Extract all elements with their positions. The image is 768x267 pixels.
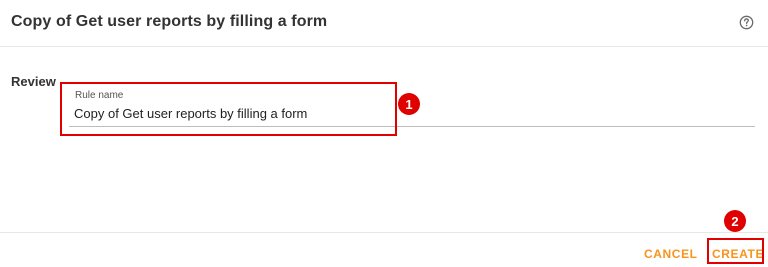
dialog-header: Copy of Get user reports by filling a fo… xyxy=(0,0,768,47)
section-label-review: Review xyxy=(11,74,56,89)
cancel-button[interactable]: CANCEL xyxy=(644,247,698,261)
step-1-badge: 1 xyxy=(398,93,420,115)
step-1-highlight xyxy=(60,82,397,136)
dialog-title: Copy of Get user reports by filling a fo… xyxy=(11,13,328,30)
help-circle-icon[interactable] xyxy=(739,15,754,30)
step-2-highlight xyxy=(707,238,764,264)
step-2-badge: 2 xyxy=(724,210,746,232)
